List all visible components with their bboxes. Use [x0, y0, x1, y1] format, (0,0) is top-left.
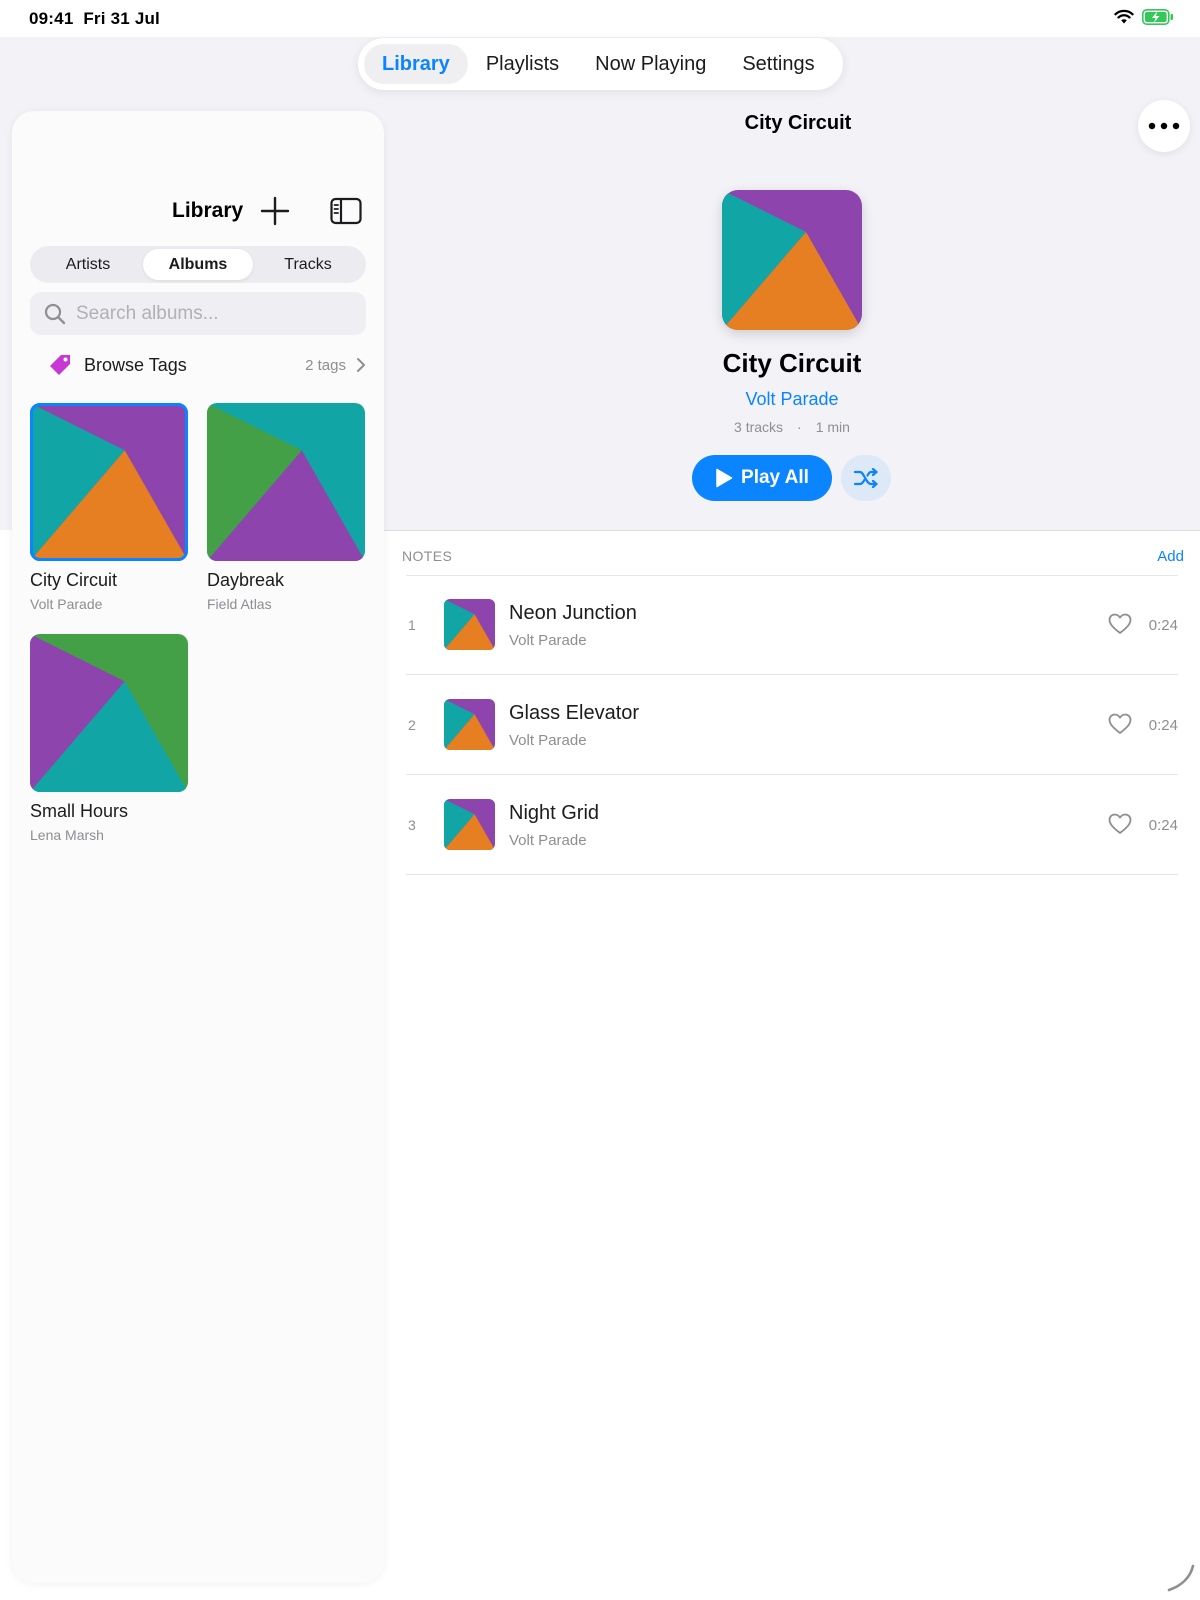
track-title: Neon Junction	[509, 602, 637, 624]
track-art	[444, 699, 495, 750]
tab-settings[interactable]: Settings	[724, 44, 832, 84]
album-artist: Field Atlas	[207, 596, 272, 612]
track-list: 1 Neon Junction Volt Parade 0:24 2 Glass…	[406, 575, 1178, 875]
notes-label: NOTES	[402, 548, 453, 564]
track-art	[444, 599, 495, 650]
browse-tags-row[interactable]: Browse Tags 2 tags	[48, 346, 366, 384]
track-artist: Volt Parade	[509, 632, 587, 649]
tab-playlists[interactable]: Playlists	[468, 44, 577, 84]
tab-now-playing[interactable]: Now Playing	[577, 44, 724, 84]
sidebar-title: Library	[172, 199, 244, 222]
header-divider	[384, 530, 1200, 531]
chevron-right-icon	[357, 358, 365, 372]
track-artist: Volt Parade	[509, 732, 587, 749]
shuffle-button[interactable]	[841, 455, 891, 501]
status-bar: 09:41 Fri 31 Jul	[0, 0, 1200, 37]
browse-tags-label: Browse Tags	[84, 354, 187, 375]
track-number: 1	[408, 617, 416, 633]
track-duration: 0:24	[1148, 617, 1178, 634]
album-daybreak[interactable]: Daybreak Field Atlas	[207, 403, 365, 612]
sidebar-toggle-icon[interactable]	[330, 197, 362, 225]
sidebar-header: Library	[12, 183, 384, 239]
tag-icon	[50, 355, 70, 375]
track-artist: Volt Parade	[509, 832, 587, 849]
heart-icon[interactable]	[1108, 813, 1132, 835]
more-button[interactable]	[1138, 100, 1190, 152]
track-art	[444, 799, 495, 850]
play-all-button[interactable]: Play All	[692, 455, 832, 501]
hero-album-art	[722, 190, 862, 330]
library-segmented-control: Artists Albums Tracks	[30, 246, 366, 283]
notes-add-button[interactable]: Add	[1157, 548, 1184, 565]
notes-section-header: NOTES Add	[402, 544, 1184, 568]
album-title: Daybreak	[207, 570, 285, 590]
resize-handle-icon[interactable]	[1166, 1563, 1196, 1593]
album-artist: Lena Marsh	[30, 827, 104, 843]
segment-tracks[interactable]: Tracks	[253, 249, 363, 280]
track-count: 3 tracks	[734, 419, 784, 435]
segment-artists[interactable]: Artists	[33, 249, 143, 280]
detail-nav-title: City Circuit	[744, 112, 852, 134]
play-all-label: Play All	[741, 467, 809, 488]
status-clock: 09:41	[29, 9, 74, 28]
plus-icon[interactable]	[259, 195, 291, 227]
table-row[interactable]: 2 Glass Elevator Volt Parade 0:24	[406, 675, 1178, 775]
track-title: Glass Elevator	[509, 702, 640, 724]
album-title-heading: City Circuit	[722, 348, 862, 378]
screen: 09:41 Fri 31 Jul Library Playlists Now P…	[0, 0, 1200, 1600]
table-row[interactable]: 1 Neon Junction Volt Parade 0:24	[406, 575, 1178, 675]
browse-tags-count: 2 tags	[305, 356, 346, 374]
ellipsis-icon	[1148, 122, 1180, 130]
album-title: Small Hours	[30, 801, 129, 821]
track-title: Night Grid	[509, 802, 600, 824]
search-bar	[30, 292, 366, 335]
play-icon	[716, 468, 733, 488]
album-art-city-circuit	[30, 403, 188, 561]
status-date: Fri 31 Jul	[83, 9, 160, 28]
wifi-icon	[1114, 9, 1134, 24]
battery-charging-icon	[1142, 9, 1173, 25]
sidebar: Library Artists Albums Tracks Search alb…	[12, 111, 384, 1583]
top-nav: Library Playlists Now Playing Settings	[358, 38, 843, 90]
track-duration: 0:24	[1148, 717, 1178, 734]
status-time: 09:41 Fri 31 Jul	[29, 9, 160, 29]
status-icons	[1114, 9, 1174, 25]
track-number: 3	[408, 817, 416, 833]
segment-albums[interactable]: Albums	[143, 249, 253, 280]
heart-icon[interactable]	[1108, 613, 1132, 635]
tab-library[interactable]: Library	[364, 44, 468, 84]
album-meta: 3 tracks · 1 min	[384, 419, 1200, 435]
table-row[interactable]: 3 Night Grid Volt Parade 0:24	[406, 775, 1178, 875]
shuffle-icon	[853, 468, 878, 488]
heart-icon[interactable]	[1108, 713, 1132, 735]
album-artist-link[interactable]: Volt Parade	[384, 389, 1200, 410]
album-city-circuit[interactable]: City Circuit Volt Parade	[30, 403, 188, 612]
search-input[interactable]	[76, 302, 346, 325]
album-artist: Volt Parade	[30, 596, 103, 612]
album-duration: 1 min	[815, 419, 850, 435]
album-small-hours[interactable]: Small Hours Lena Marsh	[30, 634, 188, 843]
track-number: 2	[408, 717, 416, 733]
album-title: City Circuit	[30, 570, 118, 590]
search-icon	[44, 303, 66, 324]
album-art-daybreak	[207, 403, 365, 561]
meta-separator: ·	[797, 419, 802, 435]
album-art-small-hours	[30, 634, 188, 792]
track-duration: 0:24	[1148, 817, 1178, 834]
